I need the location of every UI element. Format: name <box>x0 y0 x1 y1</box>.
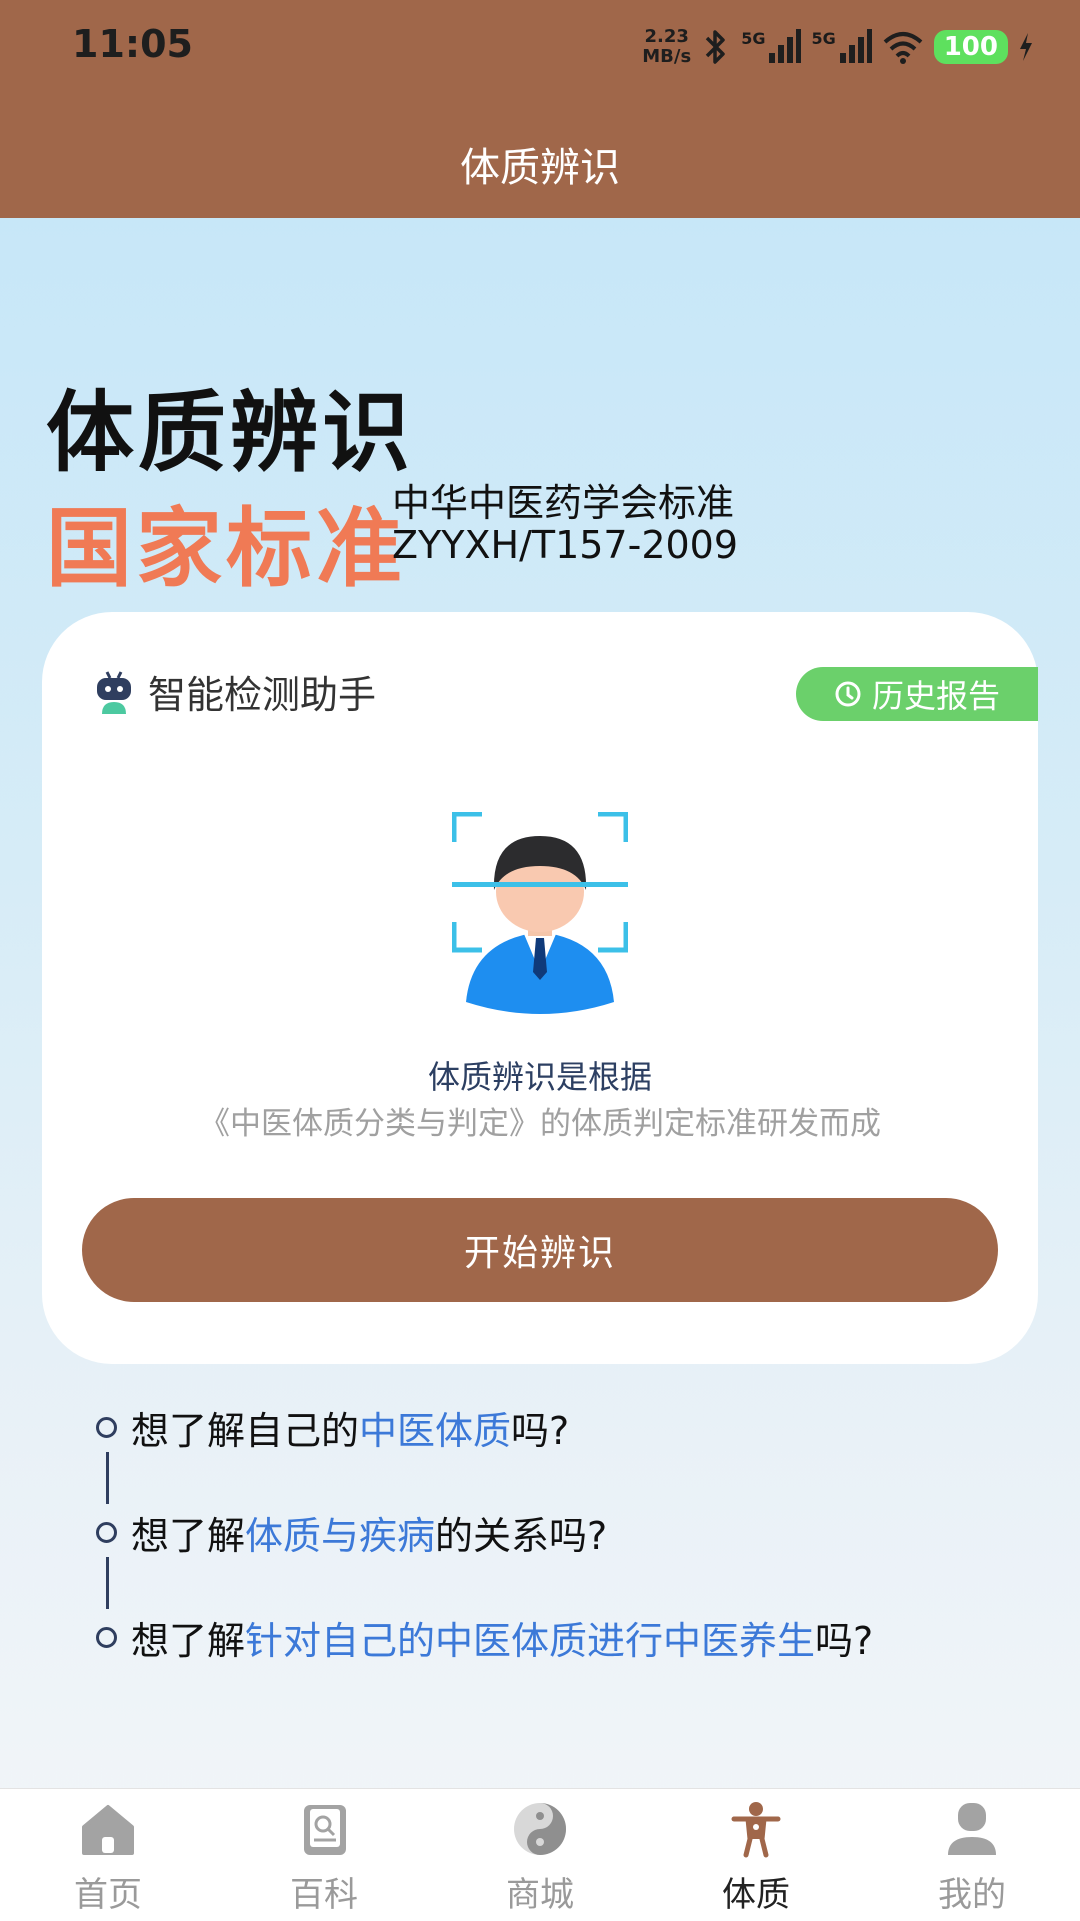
status-bar: 11:05 2.23 MB/s 5G 5G 100 <box>0 0 1080 95</box>
nav-bar: 体质辨识 <box>0 95 1080 218</box>
hero-standard: 国家标准 <box>46 499 406 599</box>
yin-yang-icon <box>514 1803 566 1855</box>
face-scan-illustration <box>452 812 628 1014</box>
net-speed: 2.23 MB/s <box>642 26 692 67</box>
signal-5g-2: 5G <box>811 29 872 65</box>
battery-indicator: 100 <box>933 30 1008 64</box>
assistant-label: 智能检测助手 <box>148 673 377 717</box>
clock-icon <box>835 681 861 707</box>
tab-home[interactable]: 首页 <box>0 1789 216 1921</box>
tab-constitution[interactable]: 体质 <box>648 1789 864 1921</box>
status-time: 11:05 <box>72 22 193 66</box>
history-report-label: 历史报告 <box>871 677 1000 715</box>
signal-5g-1: 5G <box>741 29 802 65</box>
page-title: 体质辨识 <box>460 145 620 191</box>
timeline-dot <box>96 1627 117 1648</box>
tab-mall[interactable]: 商城 <box>432 1789 648 1921</box>
tab-encyclopedia[interactable]: 百科 <box>216 1789 432 1921</box>
description-main: 体质辨识是根据 <box>427 1058 652 1096</box>
status-icons: 2.23 MB/s 5G 5G 100 <box>642 22 1034 72</box>
assistant-row: 智能检测助手 <box>94 664 376 719</box>
description-sub: 《中医体质分类与判定》的体质判定标准研发而成 <box>199 1106 881 1142</box>
timeline-connector <box>106 1452 109 1504</box>
hero-standard-code: ZYYXH/T157-2009 <box>392 523 739 567</box>
signal-icon <box>839 29 872 63</box>
home-icon <box>82 1805 134 1855</box>
bottom-tab-bar: 首页 百科 商城 体质 我的 <box>0 1788 1080 1921</box>
question-highlight: 针对自己的中医体质进行中医养生 <box>245 1619 816 1663</box>
timeline-dot <box>96 1417 117 1438</box>
hero-org-standard: 中华中医药学会标准 ZYYXH/T157-2009 <box>392 482 738 566</box>
question-item: 想了解 体质与疾病 的关系吗? <box>96 1505 607 1560</box>
book-icon <box>304 1805 346 1855</box>
bluetooth-icon <box>705 30 725 64</box>
charging-icon <box>1020 33 1032 61</box>
profile-icon <box>948 1803 996 1855</box>
question-highlight: 体质与疾病 <box>245 1514 436 1558</box>
start-identify-button[interactable]: 开始辨识 <box>82 1198 998 1302</box>
question-item: 想了解 针对自己的中医体质进行中医养生 吗? <box>96 1610 873 1665</box>
hero-org-name: 中华中医药学会标准 <box>392 481 735 525</box>
history-report-button[interactable]: 历史报告 <box>796 667 1038 721</box>
tab-profile[interactable]: 我的 <box>864 1789 1080 1921</box>
body-icon <box>731 1802 781 1858</box>
question-item: 想了解自己的 中医体质 吗? <box>96 1400 569 1455</box>
signal-icon <box>769 29 802 63</box>
timeline-connector <box>106 1557 109 1609</box>
question-highlight: 中医体质 <box>359 1409 512 1453</box>
detection-card: 智能检测助手 历史报告 体质辨识是根据 《中医体质分类与判定》的体质判定标准研发… <box>42 612 1038 1364</box>
timeline-dot <box>96 1522 117 1543</box>
robot-icon <box>97 670 131 714</box>
wifi-icon <box>883 32 923 64</box>
hero-title: 体质辨识 <box>46 381 415 484</box>
